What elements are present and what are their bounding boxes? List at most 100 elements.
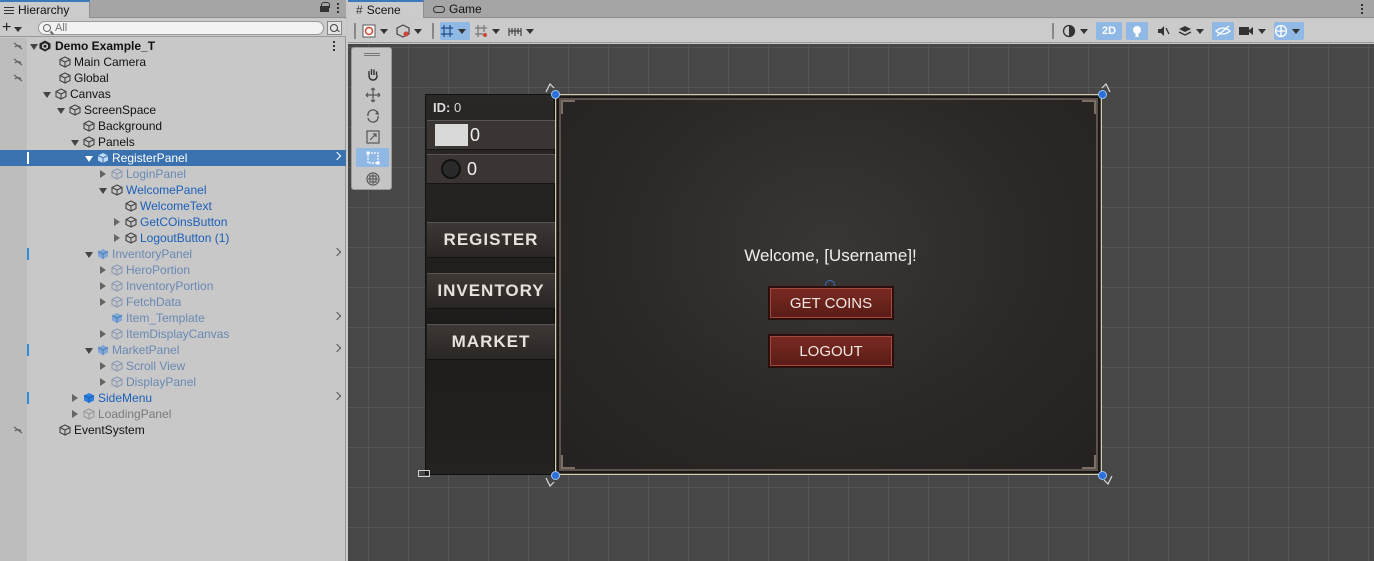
hierarchy-item-background[interactable]: Background [0,118,346,134]
increment-snap-button[interactable] [474,22,504,40]
more-options-icon[interactable] [337,2,340,13]
inventory-menu-button[interactable]: INVENTORY [427,273,555,309]
hierarchy-item-inventoryportion[interactable]: InventoryPortion [0,278,346,294]
collapse-arrow-icon[interactable] [98,185,108,195]
grid-snapping-button[interactable] [440,22,470,40]
hierarchy-item-heroportion[interactable]: HeroPortion [0,262,346,278]
transform-tool-button[interactable] [356,169,389,188]
hierarchy-item-getcoinsbutton[interactable]: GetCOinsButton [0,214,346,230]
scene-root-row[interactable]: Demo Example_T [0,38,346,54]
hidden-icon[interactable] [13,73,23,83]
chevron-right-icon[interactable] [332,343,342,353]
expand-arrow-icon[interactable] [98,361,108,371]
dropdown-arrow-icon [1080,28,1088,34]
prefab-override-mark [27,152,29,164]
collapse-arrow-icon[interactable] [84,345,94,355]
lighting-toggle[interactable] [1126,22,1149,40]
scale-tool-button[interactable] [356,127,389,146]
2d-mode-toggle[interactable]: 2D [1096,22,1123,40]
camera-settings-button[interactable] [1238,22,1270,40]
scene-search-button[interactable] [327,21,342,35]
hidden-icon[interactable] [13,425,23,435]
logout-button[interactable]: LOGOUT [768,334,894,368]
rotate-corner-icon[interactable] [544,82,556,94]
expand-arrow-icon[interactable] [98,281,108,291]
rotate-corner-icon[interactable] [1102,474,1114,486]
hierarchy-item-global[interactable]: Global [0,70,346,86]
scene-options-icon[interactable] [333,41,336,51]
audio-toggle[interactable] [1152,22,1174,40]
rect-tool-button[interactable] [356,148,389,167]
expand-arrow-icon[interactable] [112,217,122,227]
view-tool-button[interactable] [356,64,389,83]
hierarchy-item-welcometext[interactable]: WelcomeText [0,198,346,214]
expand-arrow-icon[interactable] [70,409,80,419]
palette-handle[interactable] [364,53,380,56]
chevron-right-icon[interactable] [332,391,342,401]
hierarchy-item-loginpanel[interactable]: LoginPanel [0,166,346,182]
hierarchy-item-canvas[interactable]: Canvas [0,86,346,102]
hierarchy-item-sidemenu[interactable]: SideMenu [0,390,346,406]
rotate-corner-icon[interactable] [544,476,556,488]
anchor-marker[interactable] [418,470,430,477]
hierarchy-item-registerpanel[interactable]: RegisterPanel [0,150,346,166]
rotate-tool-button[interactable] [356,106,389,125]
add-object-button[interactable]: + [2,19,28,37]
expand-arrow-icon[interactable] [98,265,108,275]
tab-scene[interactable]: # Scene [348,0,424,18]
hierarchy-item-welcomepanel[interactable]: WelcomePanel [0,182,346,198]
scene-viewport[interactable]: ID: 0 0 0 REGISTER INVENTORY MARKET Welc… [348,44,1374,561]
id-value: 0 [453,100,462,115]
expand-arrow-icon[interactable] [98,377,108,387]
hierarchy-item-item-template[interactable]: Item_Template [0,310,346,326]
hierarchy-item-marketpanel[interactable]: MarketPanel [0,342,346,358]
hierarchy-search[interactable] [38,21,324,35]
camera-icon [1239,27,1254,35]
hierarchy-tab[interactable]: Hierarchy [0,0,90,18]
draw-mode-button[interactable] [362,22,392,40]
collapse-arrow-icon[interactable] [84,249,94,259]
collapse-arrow-icon[interactable] [56,105,66,115]
hierarchy-item-itemdisplaycanvas[interactable]: ItemDisplayCanvas [0,326,346,342]
chevron-right-icon[interactable] [332,247,342,257]
hidden-objects-toggle[interactable] [1212,22,1235,40]
hierarchy-item-scroll-view[interactable]: Scroll View [0,358,346,374]
render-mode-button[interactable] [396,22,426,40]
ruler-button[interactable] [508,22,538,40]
get-coins-button[interactable]: GET COINS [768,286,894,320]
hidden-icon[interactable] [13,41,23,51]
hierarchy-item-loadingpanel[interactable]: LoadingPanel [0,406,346,422]
expand-arrow-icon[interactable] [98,329,108,339]
shading-mode-button[interactable] [1062,22,1092,40]
gizmos-button[interactable] [1274,22,1305,40]
expand-arrow-icon[interactable] [98,169,108,179]
hierarchy-item-displaypanel[interactable]: DisplayPanel [0,374,346,390]
search-input[interactable] [55,22,295,34]
chevron-right-icon[interactable] [332,311,342,321]
hierarchy-item-eventsystem[interactable]: EventSystem [0,422,346,438]
hierarchy-item-inventorypanel[interactable]: InventoryPanel [0,246,346,262]
effects-button[interactable] [1178,22,1208,40]
register-menu-button[interactable]: REGISTER [427,222,555,258]
market-menu-button[interactable]: MARKET [427,324,555,360]
move-tool-button[interactable] [356,85,389,104]
hierarchy-item-logoutbutton[interactable]: LogoutButton (1) [0,230,346,246]
expand-arrow-icon[interactable] [98,297,108,307]
hierarchy-item-screenspace[interactable]: ScreenSpace [0,102,346,118]
hierarchy-item-fetchdata[interactable]: FetchData [0,294,346,310]
expand-arrow-icon[interactable] [112,233,122,243]
hidden-icon[interactable] [13,57,23,67]
tab-game[interactable]: Game [425,0,497,18]
hierarchy-item-main-camera[interactable]: Main Camera [0,54,346,70]
collapse-arrow-icon[interactable] [84,153,94,163]
lock-icon[interactable] [320,2,330,12]
lightbulb-icon [1133,26,1142,37]
collapse-arrow-icon[interactable] [70,137,80,147]
rotate-corner-icon[interactable] [1100,82,1112,94]
expand-arrow-icon[interactable] [70,393,80,403]
collapse-arrow-icon[interactable] [42,89,52,99]
collapse-arrow-icon[interactable] [29,41,39,51]
more-options-icon[interactable] [1361,3,1364,14]
hierarchy-item-panels[interactable]: Panels [0,134,346,150]
chevron-right-icon[interactable] [332,151,342,161]
